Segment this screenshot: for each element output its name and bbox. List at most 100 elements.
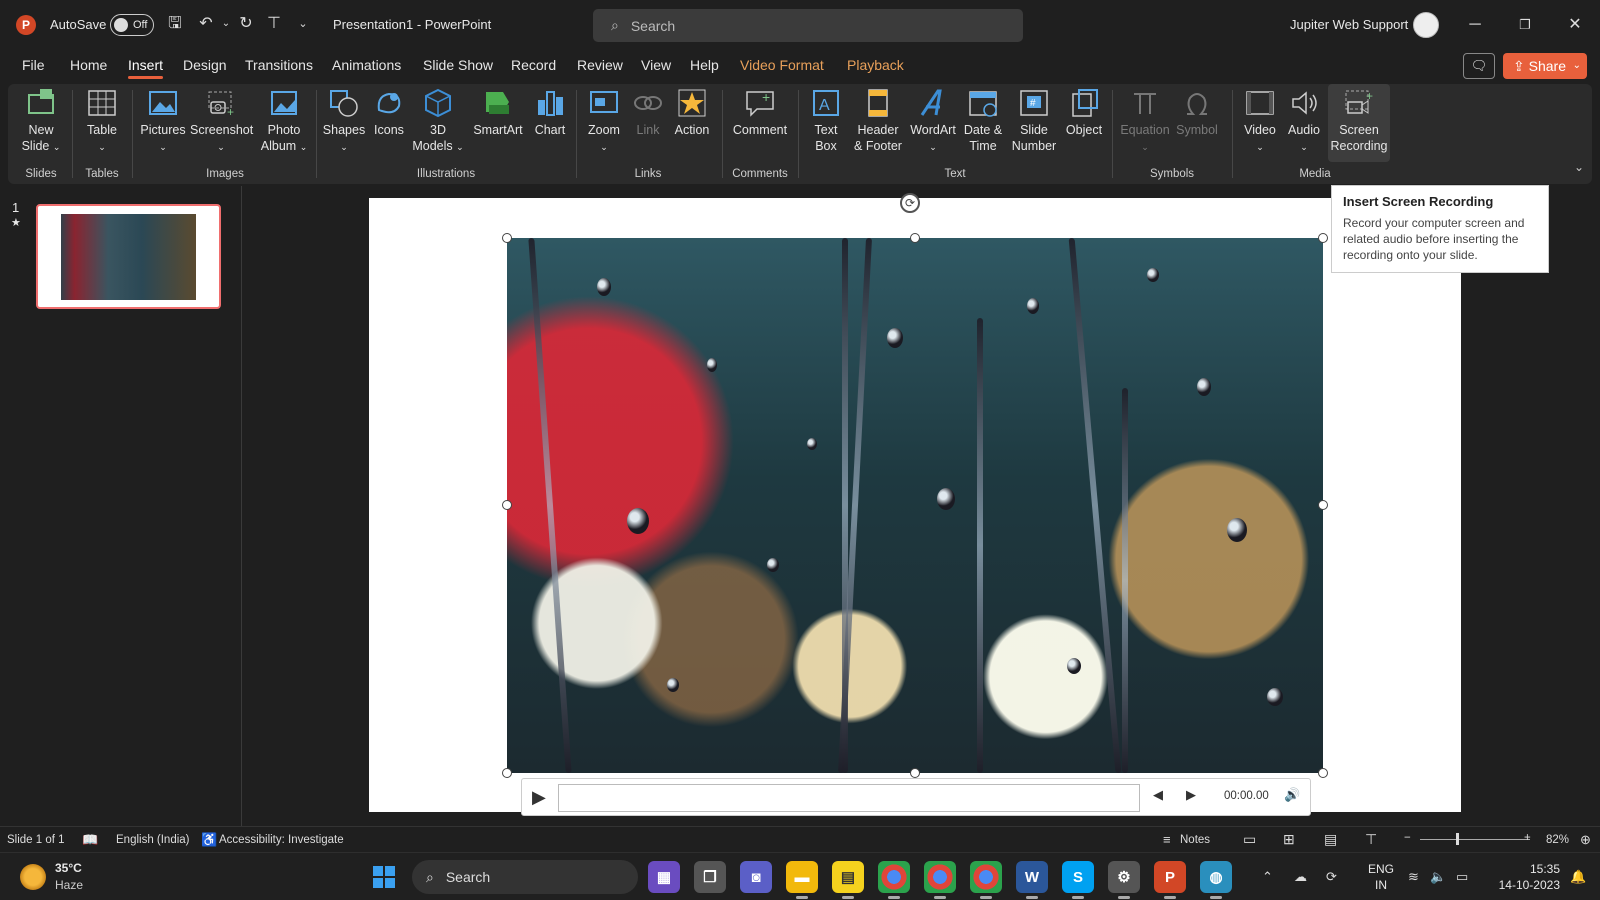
sync-icon[interactable]: ⟳ (1326, 869, 1337, 885)
avatar[interactable] (1413, 12, 1439, 38)
zoom-out-icon[interactable]: − (1404, 832, 1411, 844)
file-explorer-icon[interactable]: ▬ (786, 861, 818, 899)
close-icon[interactable]: ✕ (1560, 12, 1590, 38)
weather-condition[interactable]: Haze (55, 878, 83, 892)
search-input[interactable]: ⌕ Search (593, 9, 1023, 42)
share-dropdown-icon[interactable]: ⌄ (1573, 53, 1581, 79)
photo-album-button[interactable]: Photo Album ⌄ (256, 88, 312, 155)
autosave-toggle[interactable]: Off (110, 14, 154, 36)
widgets-icon[interactable]: ▦ (648, 861, 680, 893)
collapse-ribbon-icon[interactable]: ⌄ (1574, 160, 1584, 174)
resize-handle-top[interactable] (910, 233, 920, 243)
play-icon[interactable]: ▶ (532, 787, 552, 807)
notification-bell-icon[interactable]: 🔔 (1570, 869, 1586, 885)
resize-handle-left[interactable] (502, 500, 512, 510)
present-icon[interactable]: ⊤ (264, 14, 284, 34)
resize-handle-top-right[interactable] (1318, 233, 1328, 243)
minimize-icon[interactable]: ─ (1460, 12, 1490, 38)
chrome-profile-3-icon[interactable] (970, 861, 1002, 899)
symbol-button[interactable]: Symbol (1174, 88, 1220, 138)
settings-gear-icon[interactable]: ⚙ (1108, 861, 1140, 899)
tab-record[interactable]: Record (511, 57, 556, 73)
smartart-button[interactable]: SmartArt (468, 88, 528, 138)
video-button[interactable]: Video ⌄ (1240, 88, 1280, 155)
tab-design[interactable]: Design (183, 57, 227, 73)
powerpoint-icon[interactable]: P (1154, 861, 1186, 899)
teams-icon[interactable]: ◙ (740, 861, 772, 893)
tab-view[interactable]: View (641, 57, 671, 73)
video-object[interactable] (507, 238, 1323, 773)
resize-handle-bottom-right[interactable] (1318, 768, 1328, 778)
comments-button[interactable]: 🗨 (1463, 53, 1495, 79)
spelling-check-icon[interactable]: 📖 (82, 832, 98, 848)
icons-button[interactable]: Icons (370, 88, 408, 138)
battery-icon[interactable]: ▭ (1456, 869, 1468, 885)
save-icon[interactable]: 🖫 (165, 14, 185, 34)
accessibility-icon[interactable]: ♿ (201, 832, 217, 848)
tab-help[interactable]: Help (690, 57, 719, 73)
redo-icon[interactable]: ↻ (236, 14, 256, 34)
normal-view-icon[interactable]: ▭ (1243, 831, 1256, 848)
undo-dropdown-icon[interactable]: ⌄ (216, 14, 236, 34)
zoom-slider-thumb[interactable] (1456, 833, 1459, 845)
video-seek-bar[interactable] (558, 784, 1140, 812)
slideshow-view-icon[interactable]: ⊤ (1365, 831, 1377, 848)
resize-handle-bottom-left[interactable] (502, 768, 512, 778)
step-forward-icon[interactable]: ▶ (1186, 787, 1196, 803)
pictures-button[interactable]: Pictures ⌄ (138, 88, 188, 155)
shapes-button[interactable]: Shapes ⌄ (322, 88, 366, 155)
weather-sun-icon[interactable] (20, 864, 46, 890)
task-view-icon[interactable]: ❐ (694, 861, 726, 893)
windows-start-icon[interactable] (368, 861, 400, 893)
notes-button[interactable]: Notes (1180, 834, 1210, 846)
tab-animations[interactable]: Animations (332, 57, 401, 73)
audio-button[interactable]: Audio ⌄ (1284, 88, 1324, 155)
show-hidden-icons-icon[interactable]: ⌃ (1262, 869, 1273, 885)
share-button[interactable]: ⇪ Share ⌄ (1503, 53, 1587, 79)
chart-button[interactable]: Chart (530, 88, 570, 138)
system-clock[interactable]: 15:35 14-10-2023 (1486, 861, 1560, 893)
reading-view-icon[interactable]: ▤ (1324, 831, 1337, 848)
undo-icon[interactable]: ↶ (196, 14, 216, 34)
tab-home[interactable]: Home (70, 57, 107, 73)
link-button[interactable]: Link (628, 88, 668, 138)
volume-icon[interactable]: 🔊 (1284, 787, 1300, 803)
chrome-profile-2-icon[interactable] (924, 861, 956, 899)
tab-slide-show[interactable]: Slide Show (423, 57, 493, 73)
wifi-icon[interactable]: ≋ (1408, 869, 1419, 885)
3d-models-button[interactable]: 3D Models ⌄ (412, 88, 464, 155)
language-status[interactable]: English (India) (116, 834, 190, 846)
restore-icon[interactable]: ❐ (1510, 12, 1540, 38)
screenshot-button[interactable]: + Screenshot ⌄ (190, 88, 253, 155)
tab-file[interactable]: File (22, 57, 45, 73)
screen-recording-button[interactable]: + Screen Recording (1328, 84, 1390, 162)
zoom-level[interactable]: 82% (1546, 834, 1569, 846)
input-language[interactable]: ENG IN (1368, 861, 1394, 893)
taskbar-search[interactable]: ⌕ Search (412, 860, 638, 894)
zoom-in-icon[interactable]: + (1524, 832, 1531, 844)
user-name[interactable]: Jupiter Web Support (1290, 17, 1408, 32)
slide-thumbnail[interactable] (36, 204, 221, 309)
tab-transitions[interactable]: Transitions (245, 57, 313, 73)
zoom-slider[interactable] (1420, 839, 1530, 840)
date-time-button[interactable]: Date & Time (960, 88, 1006, 154)
equation-button[interactable]: Equation ⌄ (1118, 88, 1172, 155)
text-box-button[interactable]: A Text Box (804, 88, 848, 154)
tab-review[interactable]: Review (577, 57, 623, 73)
rotate-handle-icon[interactable]: ⟳ (900, 193, 920, 213)
wordart-button[interactable]: WordArt ⌄ (908, 88, 958, 155)
comment-button[interactable]: + Comment (728, 88, 792, 138)
tab-video-format[interactable]: Video Format (740, 57, 824, 73)
header-footer-button[interactable]: Header & Footer (850, 88, 906, 154)
chrome-icon[interactable] (878, 861, 910, 899)
object-button[interactable]: Object (1062, 88, 1106, 138)
notes-icon[interactable]: ≡ (1163, 832, 1171, 847)
customize-qat-icon[interactable]: ⌄ (293, 14, 313, 34)
resize-handle-top-left[interactable] (502, 233, 512, 243)
volume-icon[interactable]: 🔈 (1430, 869, 1446, 885)
fit-to-window-icon[interactable]: ⊕ (1580, 832, 1591, 848)
slide-sorter-icon[interactable]: ⊞ (1283, 831, 1295, 848)
tab-playback[interactable]: Playback (847, 57, 904, 73)
resize-handle-bottom[interactable] (910, 768, 920, 778)
network-globe-icon[interactable]: ◍ (1200, 861, 1232, 899)
